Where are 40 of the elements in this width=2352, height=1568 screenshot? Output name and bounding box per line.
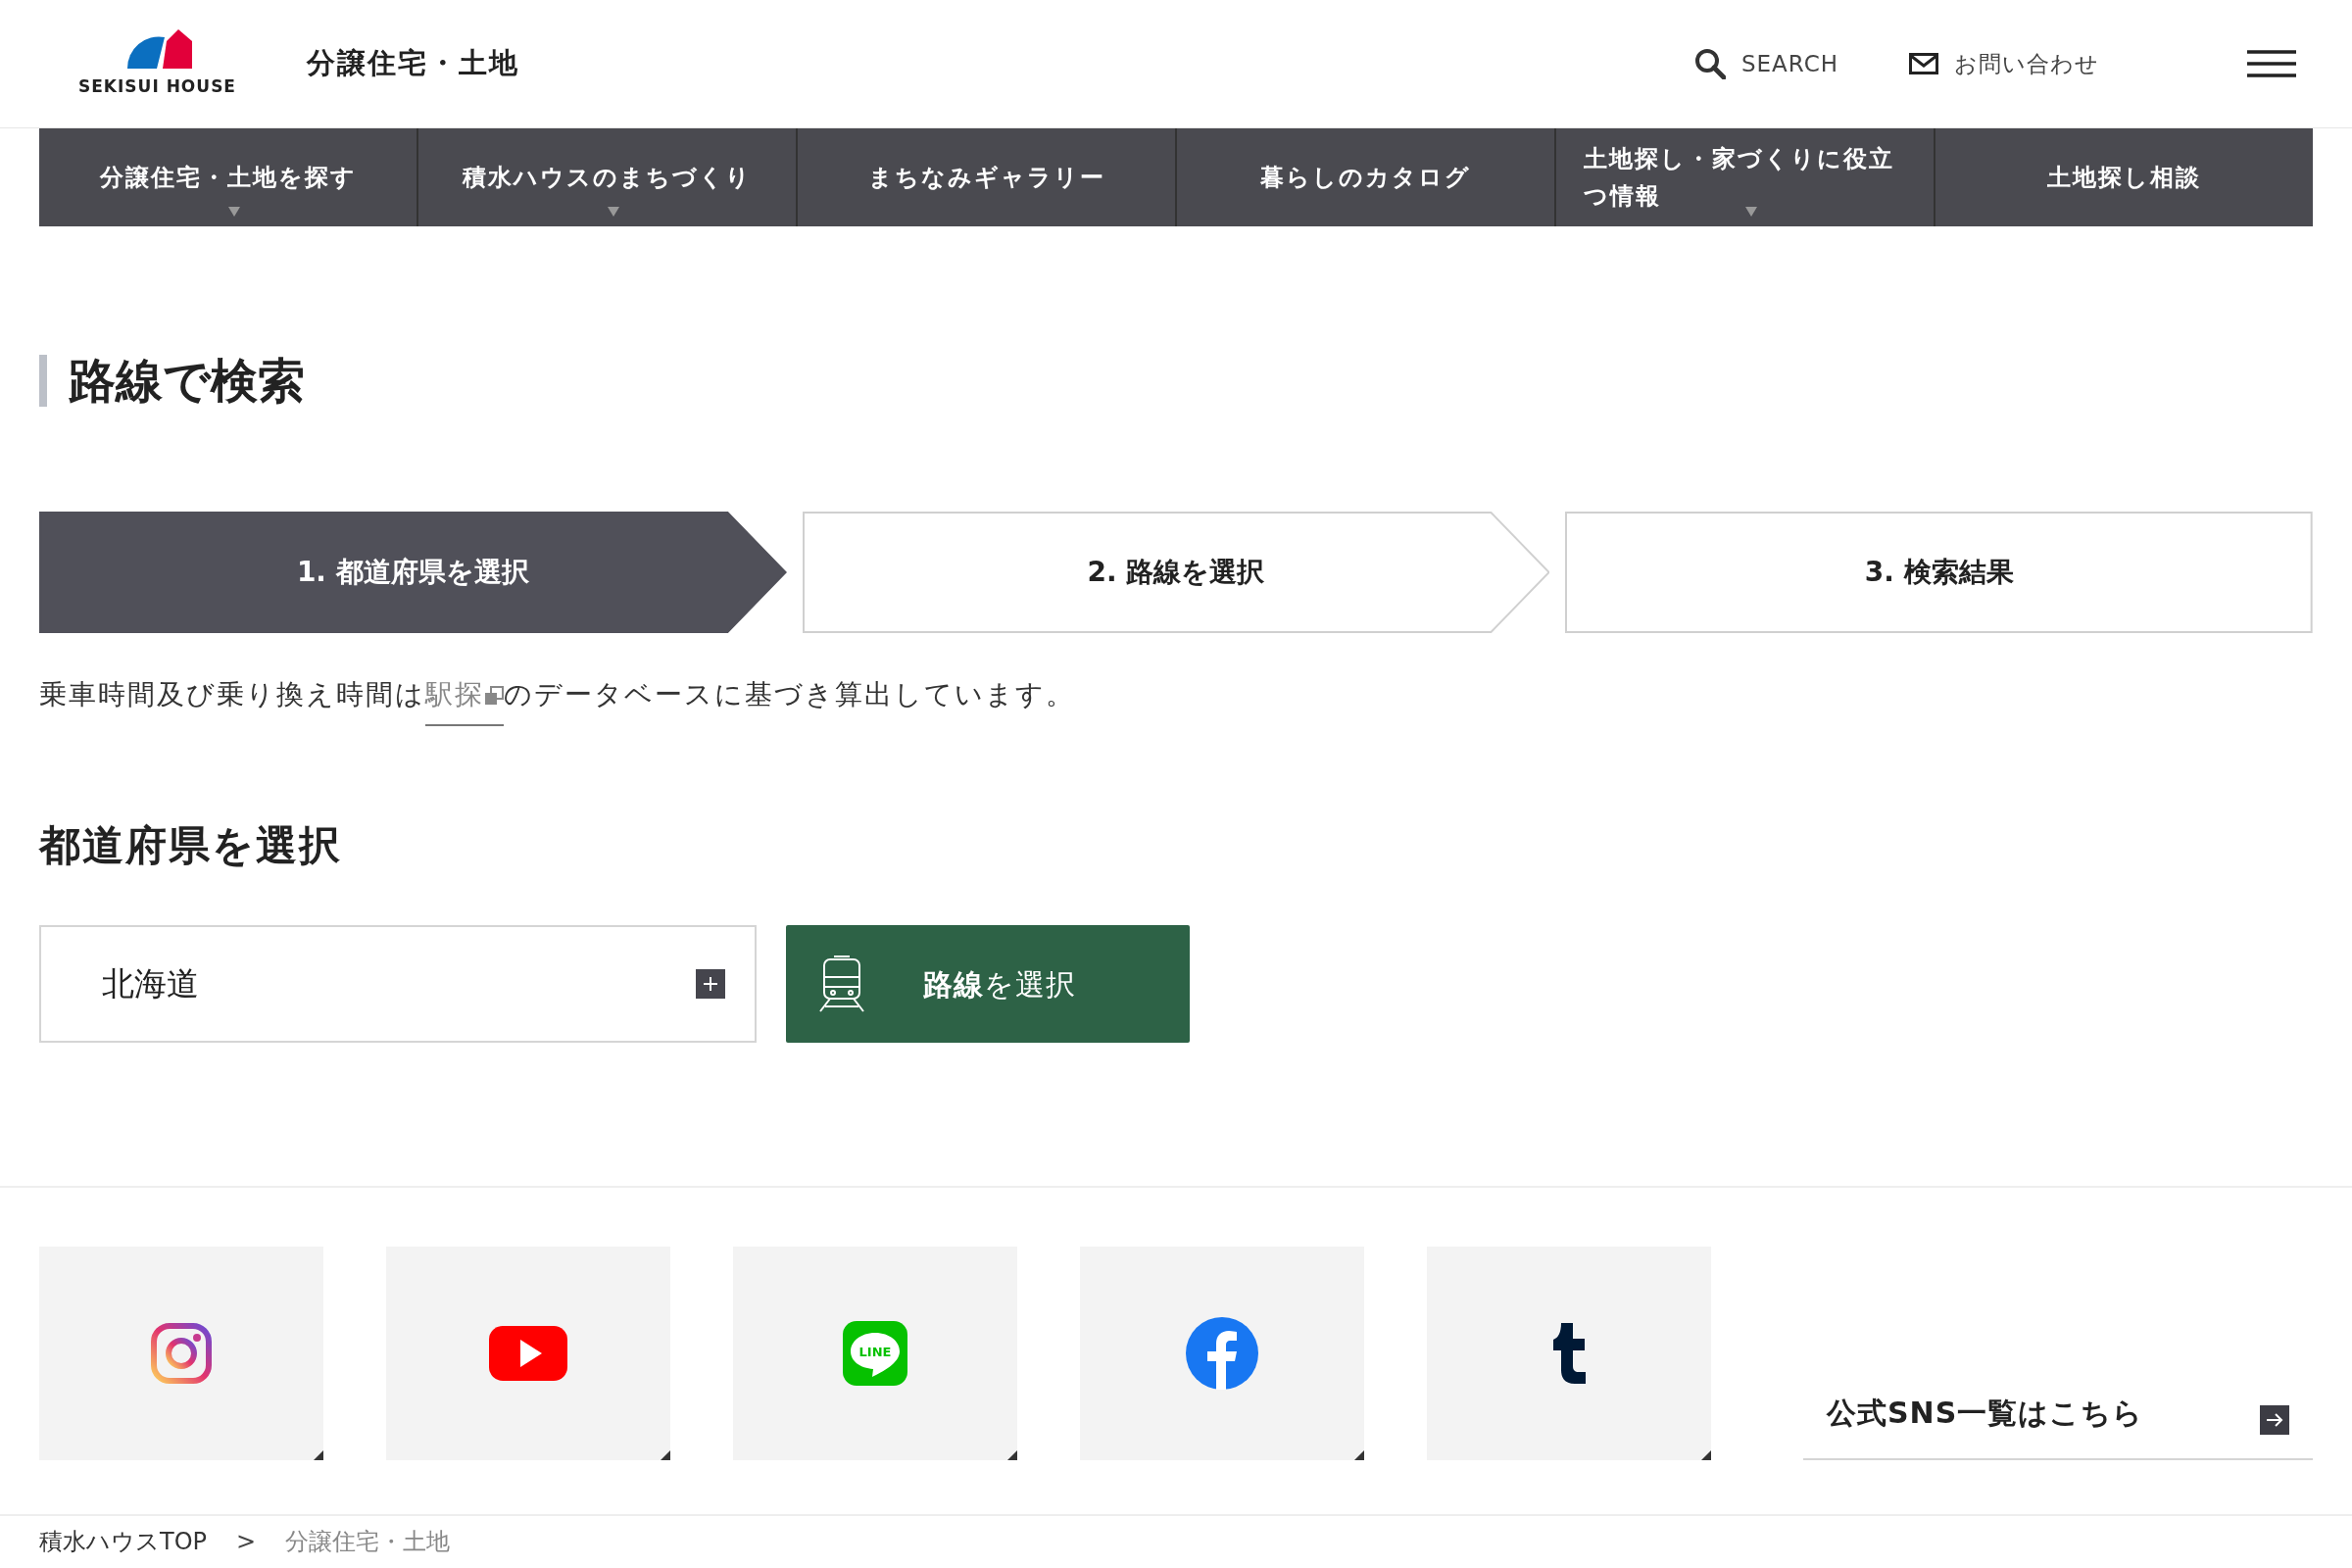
station-link[interactable]: 駅探 [425,677,504,726]
letter-f-icon [1186,1317,1258,1391]
contact-link[interactable]: お問い合わせ [1909,46,2099,81]
nav-link[interactable]: 土地探し相談 [1934,128,2313,226]
nav-link[interactable]: 暮らしのカタログ [1175,128,1554,226]
train-icon [819,956,864,1013]
plus-icon [696,969,725,1000]
section-title: 都道府県を選択 [39,820,343,871]
external-link-icon [484,685,504,706]
sns-tile[interactable] [39,1247,323,1461]
menu-icon [2247,49,2296,78]
search-icon [1693,48,1726,79]
chat-bubble-icon: LINE [843,1321,907,1387]
nav-link[interactable]: 積水ハウスのまちづくり [416,128,796,226]
menu-button[interactable] [2246,48,2297,79]
camera-icon [151,1323,212,1385]
nav-link[interactable]: 分譲住宅・土地を探す [39,128,416,226]
corner-triangle-icon [1354,1450,1364,1461]
corner-triangle-icon [1007,1450,1017,1461]
logo[interactable]: SEKISUI HOUSE [78,27,236,100]
prefecture-select[interactable]: 北海道 [39,925,757,1044]
breadcrumb-separator: > [236,1527,257,1558]
sns-tile[interactable] [386,1247,670,1461]
breadcrumb-link[interactable]: 積水ハウスTOP [39,1524,208,1560]
breadcrumb-link[interactable]: 分譲住宅・土地 [285,1524,451,1560]
corner-triangle-icon [314,1450,323,1461]
corner-triangle-icon [1701,1450,1711,1461]
sns-tile[interactable] [1080,1247,1364,1461]
nav-link[interactable]: 土地探し・家づくりに役立つ情報 [1554,128,1934,226]
corner-triangle-icon [661,1450,670,1461]
sns-list-link[interactable]: 公式SNS一覧はこちら [1803,1247,2313,1461]
mail-icon [1909,53,1938,74]
site-title: 分譲住宅・土地 [307,45,519,82]
page-title: 路線で検索 [39,355,2313,407]
sns-tile[interactable] [1427,1247,1711,1461]
search-link[interactable]: SEARCH [1693,46,1838,81]
arrow-right-icon [2260,1405,2289,1436]
nav-link[interactable]: まちなみギャラリー [796,128,1175,226]
select-route-button[interactable]: 路線を選択 [786,925,1190,1044]
letter-t-icon [1551,1323,1587,1385]
